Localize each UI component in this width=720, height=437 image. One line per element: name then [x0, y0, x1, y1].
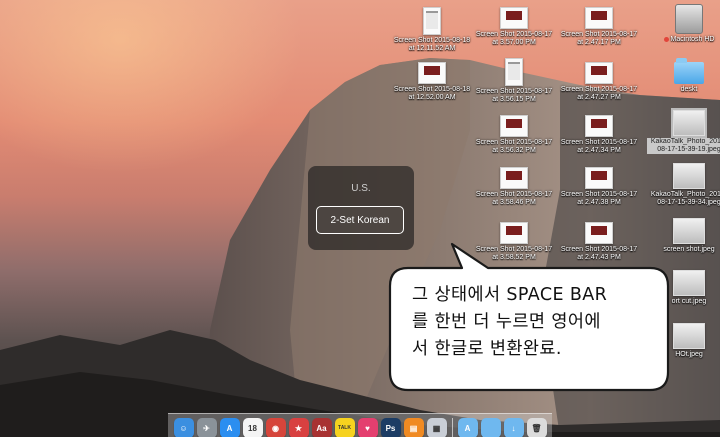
dock: ☺ ✈ A 18 ◉ ★ Aa TALK ♥ Ps ▤ ▦ A ↓ 🗑 [168, 413, 552, 437]
dictionary-icon[interactable]: Aa [311, 418, 332, 437]
trash-icon[interactable]: 🗑 [526, 418, 547, 437]
downloads-folder-icon[interactable]: ↓ [503, 418, 524, 437]
preview-icon[interactable]: ▦ [426, 418, 447, 437]
calendar-icon[interactable]: 18 [242, 418, 263, 437]
documents-folder-icon[interactable] [480, 418, 501, 437]
bookmark-icon[interactable]: ★ [288, 418, 309, 437]
callout-bubble [388, 242, 670, 392]
callout-text: 그 상태에서 SPACE BAR 를 한번 더 누르면 영어에 서 한글로 변환… [412, 285, 608, 359]
kakaotalk-icon[interactable]: TALK [334, 418, 355, 437]
photoshop-icon[interactable]: Ps [380, 418, 401, 437]
launchpad-icon[interactable]: ✈ [196, 418, 217, 437]
finder-icon[interactable]: ☺ [173, 418, 194, 437]
chrome-icon[interactable]: ◉ [265, 418, 286, 437]
applications-folder-icon[interactable]: A [457, 418, 478, 437]
sd-card-icon[interactable]: ▤ [403, 418, 424, 437]
game-icon[interactable]: ♥ [357, 418, 378, 437]
dock-separator [451, 418, 453, 437]
desktop: Screen Shot 2015-08-18 at 12.11.52 AM Scr… [0, 0, 720, 437]
app-store-icon[interactable]: A [219, 418, 240, 437]
